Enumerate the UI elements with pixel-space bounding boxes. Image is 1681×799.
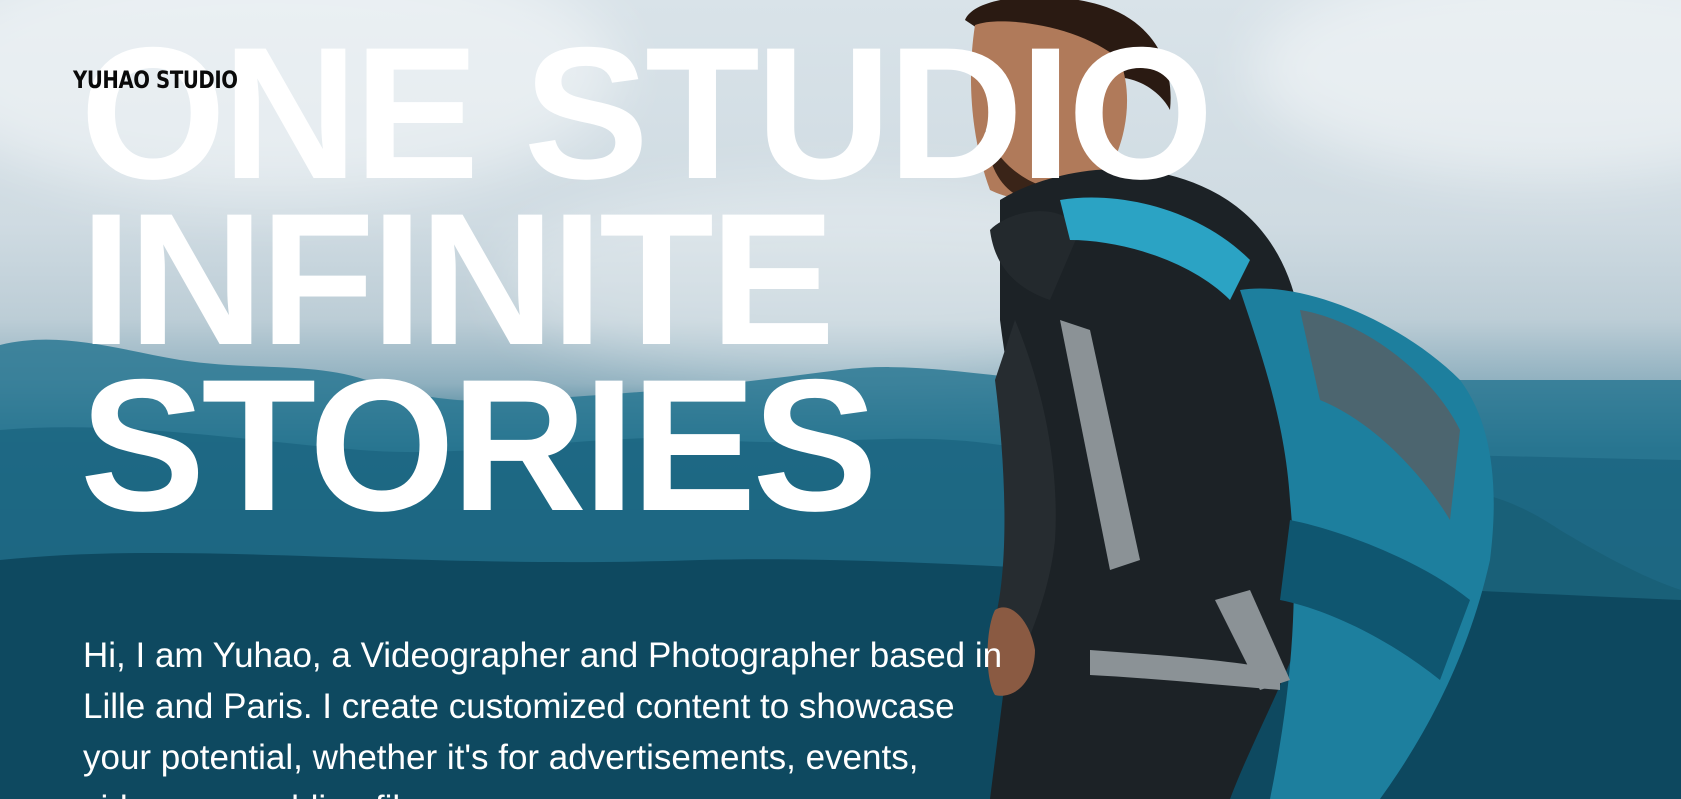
hero-section: YUHAO STUDIO ONE STUDIO INFINITE STORIES… <box>0 0 1681 799</box>
headline-line: INFINITE <box>80 174 835 384</box>
headline-line: STORIES <box>80 340 878 550</box>
intro-paragraph: Hi, I am Yuhao, a Videographer and Photo… <box>83 636 1003 799</box>
hero-headline: ONE STUDIO INFINITE STORIES <box>80 8 1214 550</box>
studio-logo[interactable]: YUHAO STUDIO <box>73 66 238 94</box>
headline-line: ONE STUDIO <box>80 8 1214 218</box>
